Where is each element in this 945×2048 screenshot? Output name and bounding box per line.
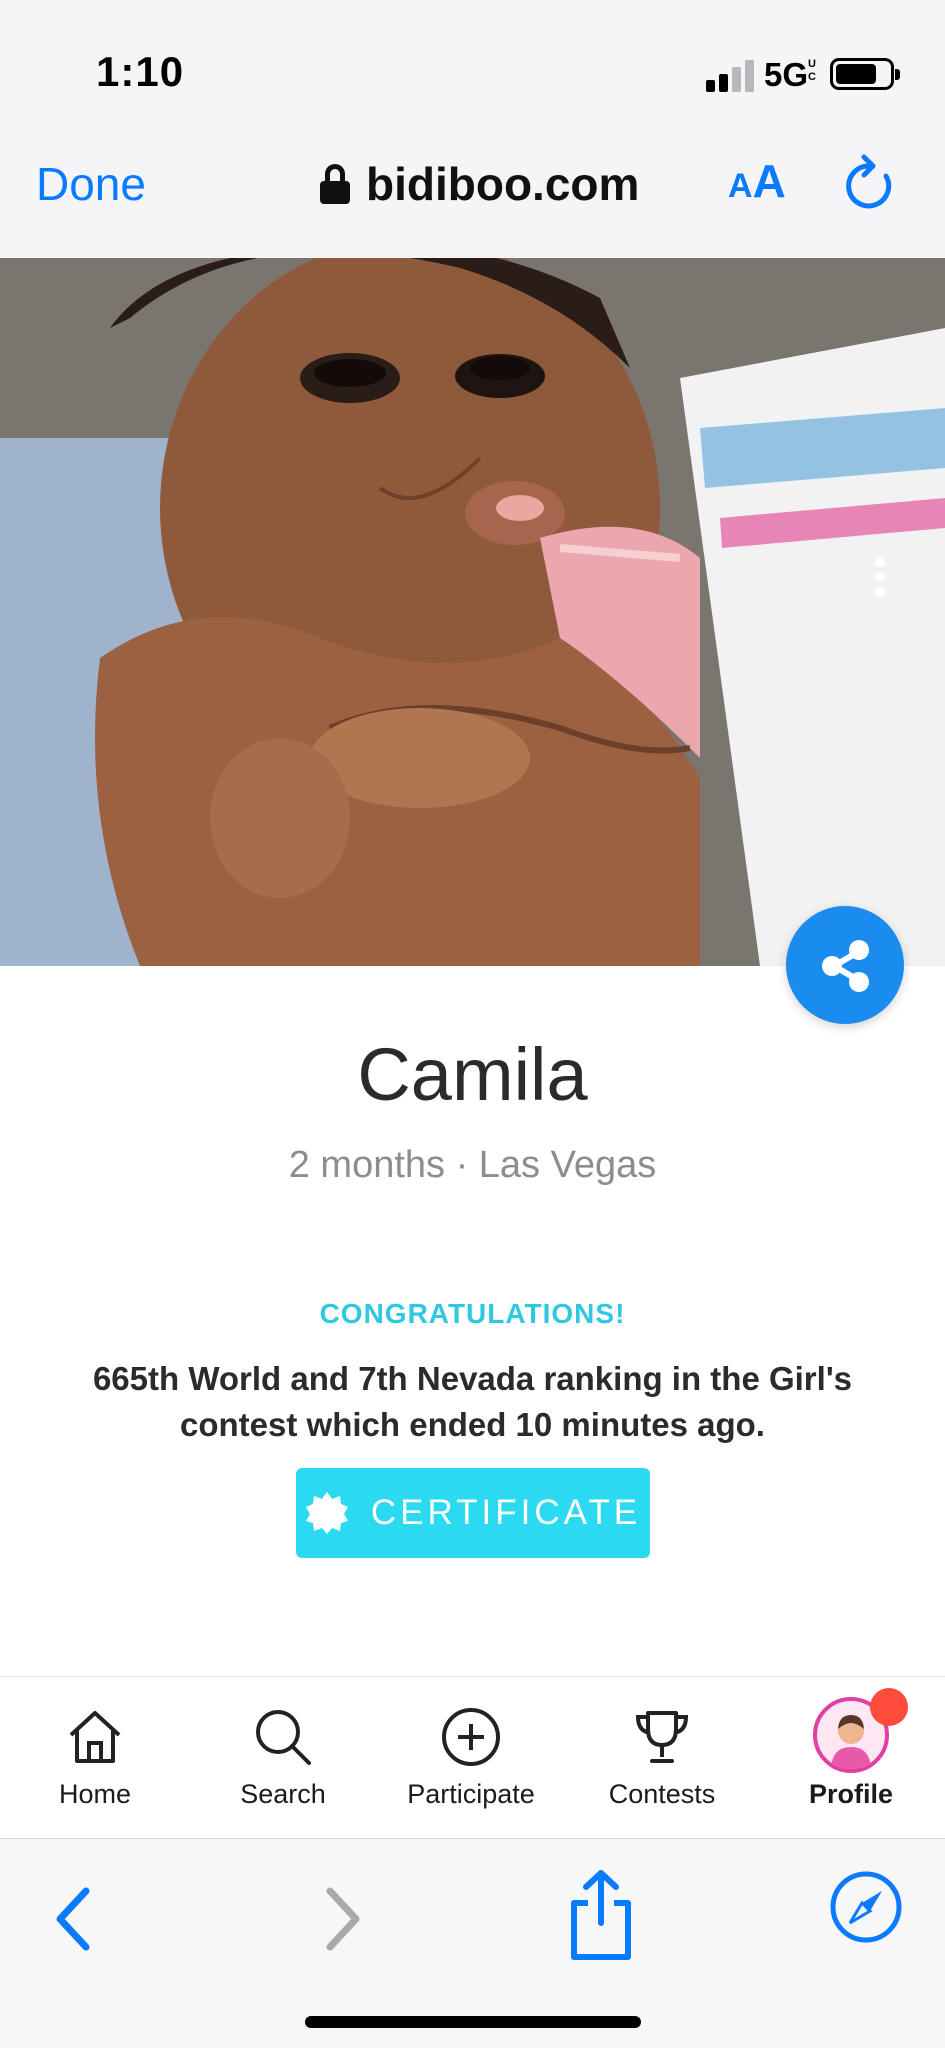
bottom-tab-bar: Home Search Participate Contests Profile bbox=[0, 1676, 945, 1838]
congratulations-heading: CONGRATULATIONS! bbox=[319, 1298, 626, 1329]
tab-contests-label: Contests bbox=[608, 1779, 716, 1809]
photo-more-icon[interactable] bbox=[868, 554, 892, 610]
forward-arrow-icon[interactable] bbox=[308, 1879, 378, 1959]
profile-photo bbox=[0, 258, 945, 966]
tab-home-label: Home bbox=[58, 1779, 132, 1809]
status-time: 1:10 bbox=[96, 48, 185, 95]
back-arrow-icon[interactable] bbox=[38, 1879, 108, 1959]
notification-badge bbox=[870, 1688, 908, 1726]
trophy-icon bbox=[635, 1711, 689, 1763]
badge-icon bbox=[305, 1492, 348, 1534]
tab-profile[interactable]: Profile bbox=[776, 1697, 926, 1815]
ranking-message: 665th World and 7th Nevada ranking in th… bbox=[92, 1360, 853, 1443]
certificate-label: CERTIFICATE bbox=[370, 1493, 642, 1532]
address-bar[interactable]: bidiboo.com bbox=[320, 156, 639, 212]
text-size-large-a: A bbox=[752, 155, 786, 207]
tab-profile-label: Profile bbox=[808, 1779, 894, 1809]
tab-home[interactable]: Home bbox=[20, 1705, 170, 1815]
network-type: 5G bbox=[764, 56, 809, 93]
tab-participate-label: Participate bbox=[407, 1779, 535, 1809]
tab-search[interactable]: Search bbox=[208, 1705, 358, 1815]
cellular-signal-icon bbox=[706, 58, 756, 92]
child-age-location: 2 months · Las Vegas bbox=[288, 1144, 657, 1186]
certificate-button[interactable]: CERTIFICATE bbox=[296, 1468, 650, 1558]
reload-icon[interactable] bbox=[842, 154, 898, 214]
lock-icon bbox=[320, 164, 350, 204]
child-name: Camila bbox=[357, 1033, 588, 1116]
tab-participate[interactable]: Participate bbox=[396, 1705, 546, 1815]
plus-circle-icon bbox=[442, 1708, 500, 1766]
search-icon bbox=[256, 1710, 311, 1765]
url-text: bidiboo.com bbox=[366, 158, 640, 210]
home-icon bbox=[69, 1711, 121, 1763]
done-button[interactable]: Done bbox=[36, 157, 146, 211]
tab-contests[interactable]: Contests bbox=[587, 1705, 737, 1815]
battery-icon bbox=[830, 58, 900, 90]
browser-top-bar: Done bidiboo.com AA bbox=[0, 130, 945, 258]
tab-search-label: Search bbox=[240, 1779, 326, 1809]
share-sheet-icon[interactable] bbox=[566, 1867, 636, 1963]
share-button[interactable] bbox=[786, 906, 904, 1024]
network-suffix: UC bbox=[808, 58, 816, 83]
text-size-button[interactable]: AA bbox=[728, 154, 786, 208]
text-size-small-a: A bbox=[728, 167, 753, 205]
home-indicator bbox=[305, 2016, 641, 2028]
share-icon bbox=[822, 940, 869, 992]
compass-icon[interactable] bbox=[828, 1869, 904, 1945]
status-bar: 1:10 5G UC bbox=[0, 0, 945, 130]
